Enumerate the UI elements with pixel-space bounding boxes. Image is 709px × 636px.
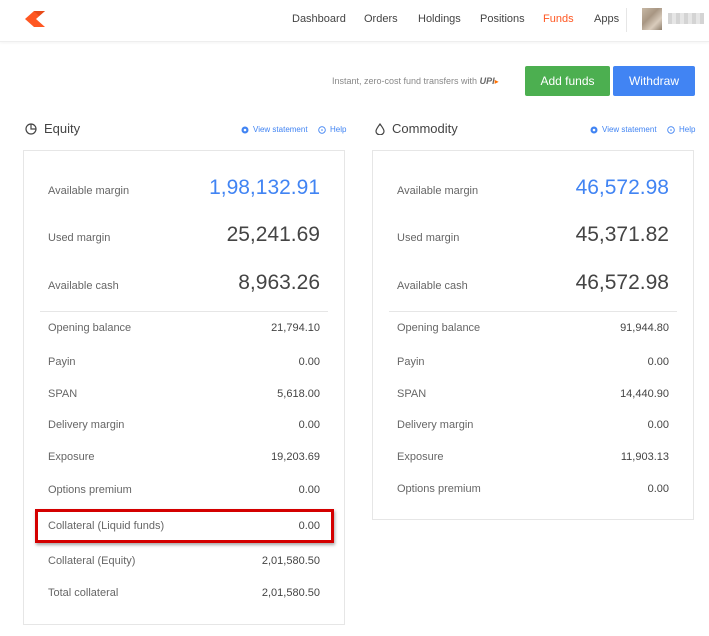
list-item-collateral-liquid: Collateral (Liquid funds) 0.00 (48, 518, 320, 536)
nav-positions[interactable]: Positions (480, 13, 525, 25)
equity-view-statement-link[interactable]: View statement (241, 125, 308, 134)
value: 0.00 (298, 520, 320, 532)
value: 46,572.98 (575, 176, 669, 199)
label: Available cash (48, 280, 119, 292)
list-item: Payin 0.00 (397, 354, 669, 372)
list-item: Options premium 0.00 (48, 482, 320, 500)
nav-divider (626, 8, 627, 32)
equity-available-margin: Available margin 1,98,132.91 (48, 171, 320, 211)
label: Available cash (397, 280, 468, 292)
list-item: Total collateral 2,01,580.50 (48, 585, 320, 603)
nav-apps[interactable]: Apps (594, 13, 619, 25)
commodity-available-cash: Available cash 46,572.98 (397, 266, 669, 306)
user-id-blurred[interactable] (668, 13, 704, 24)
upi-logo: UPI (479, 76, 495, 86)
list-item: Payin 0.00 (48, 354, 320, 372)
upi-arrow-icon: ▸ (494, 77, 499, 86)
kite-logo-icon[interactable] (25, 11, 47, 27)
list-item: Collateral (Equity) 2,01,580.50 (48, 553, 320, 571)
nav-dashboard[interactable]: Dashboard (292, 13, 346, 25)
avatar[interactable] (642, 8, 662, 30)
value: 0.00 (647, 419, 669, 431)
value: 0.00 (298, 484, 320, 496)
list-item: Delivery margin 0.00 (397, 417, 669, 435)
statement-icon (241, 126, 249, 133)
label: Collateral (Liquid funds) (48, 520, 165, 532)
label: Delivery margin (48, 419, 125, 431)
list-item: Exposure 11,903.13 (397, 449, 669, 467)
divider (40, 311, 328, 312)
add-funds-button[interactable]: Add funds (525, 66, 610, 96)
equity-card: Available margin 1,98,132.91 Used margin… (23, 150, 345, 625)
list-item: Opening balance 91,944.80 (397, 320, 669, 338)
label: Options premium (397, 483, 481, 495)
list-item: Options premium 0.00 (397, 481, 669, 499)
value: 8,963.26 (238, 271, 320, 294)
list-item: Delivery margin 0.00 (48, 417, 320, 435)
label: Used margin (48, 232, 111, 244)
label: Exposure (397, 451, 444, 463)
commodity-available-margin: Available margin 46,572.98 (397, 171, 669, 211)
equity-help-link[interactable]: Help (318, 125, 346, 134)
commodity-used-margin: Used margin 45,371.82 (397, 218, 669, 258)
nav-funds[interactable]: Funds (543, 13, 574, 25)
pie-chart-icon (25, 122, 37, 135)
value: 0.00 (298, 356, 320, 368)
value: 1,98,132.91 (209, 176, 320, 199)
label: Opening balance (397, 322, 481, 334)
value: 91,944.80 (620, 322, 669, 334)
value: 21,794.10 (271, 322, 320, 334)
value: 2,01,580.50 (261, 587, 320, 599)
value: 45,371.82 (575, 223, 669, 246)
value: 0.00 (647, 483, 669, 495)
commodity-card: Available margin 46,572.98 Used margin 4… (372, 150, 694, 520)
commodity-help-link[interactable]: Help (667, 125, 695, 134)
top-navbar: Dashboard Orders Holdings Positions Fund… (0, 0, 709, 42)
label: Used margin (397, 232, 460, 244)
label: SPAN (48, 388, 78, 400)
drop-icon (375, 122, 385, 135)
label: Collateral (Equity) (48, 555, 136, 567)
label: Payin (397, 356, 425, 368)
value: 11,903.13 (620, 451, 669, 463)
equity-heading: Equity (25, 121, 80, 136)
commodity-title: Commodity (392, 121, 458, 136)
withdraw-button[interactable]: Withdraw (613, 66, 695, 96)
value: 5,618.00 (277, 388, 320, 400)
help-icon (667, 125, 675, 134)
value: 0.00 (298, 419, 320, 431)
upi-transfer-note: Instant, zero-cost fund transfers with U… (332, 76, 499, 86)
help-icon (318, 125, 326, 134)
value: 19,203.69 (271, 451, 320, 463)
value: 2,01,580.50 (261, 555, 320, 567)
label: SPAN (397, 388, 427, 400)
commodity-view-statement-link[interactable]: View statement (590, 125, 657, 134)
commodity-heading: Commodity (375, 121, 458, 136)
divider (389, 311, 677, 312)
label: Available margin (397, 185, 479, 197)
statement-icon (590, 126, 598, 133)
label: Total collateral (48, 587, 119, 599)
label: Opening balance (48, 322, 132, 334)
value: 14,440.90 (620, 388, 669, 400)
value: 25,241.69 (226, 223, 320, 246)
list-item: Opening balance 21,794.10 (48, 320, 320, 338)
label: Exposure (48, 451, 95, 463)
nav-holdings[interactable]: Holdings (418, 13, 461, 25)
label: Delivery margin (397, 419, 474, 431)
equity-available-cash: Available cash 8,963.26 (48, 266, 320, 306)
value: 0.00 (647, 356, 669, 368)
label: Options premium (48, 484, 132, 496)
equity-used-margin: Used margin 25,241.69 (48, 218, 320, 258)
list-item: Exposure 19,203.69 (48, 449, 320, 467)
list-item: SPAN 5,618.00 (48, 386, 320, 404)
label: Available margin (48, 185, 130, 197)
equity-title: Equity (44, 121, 81, 136)
label: Payin (48, 356, 76, 368)
list-item: SPAN 14,440.90 (397, 386, 669, 404)
nav-orders[interactable]: Orders (364, 13, 398, 25)
value: 46,572.98 (575, 271, 669, 294)
